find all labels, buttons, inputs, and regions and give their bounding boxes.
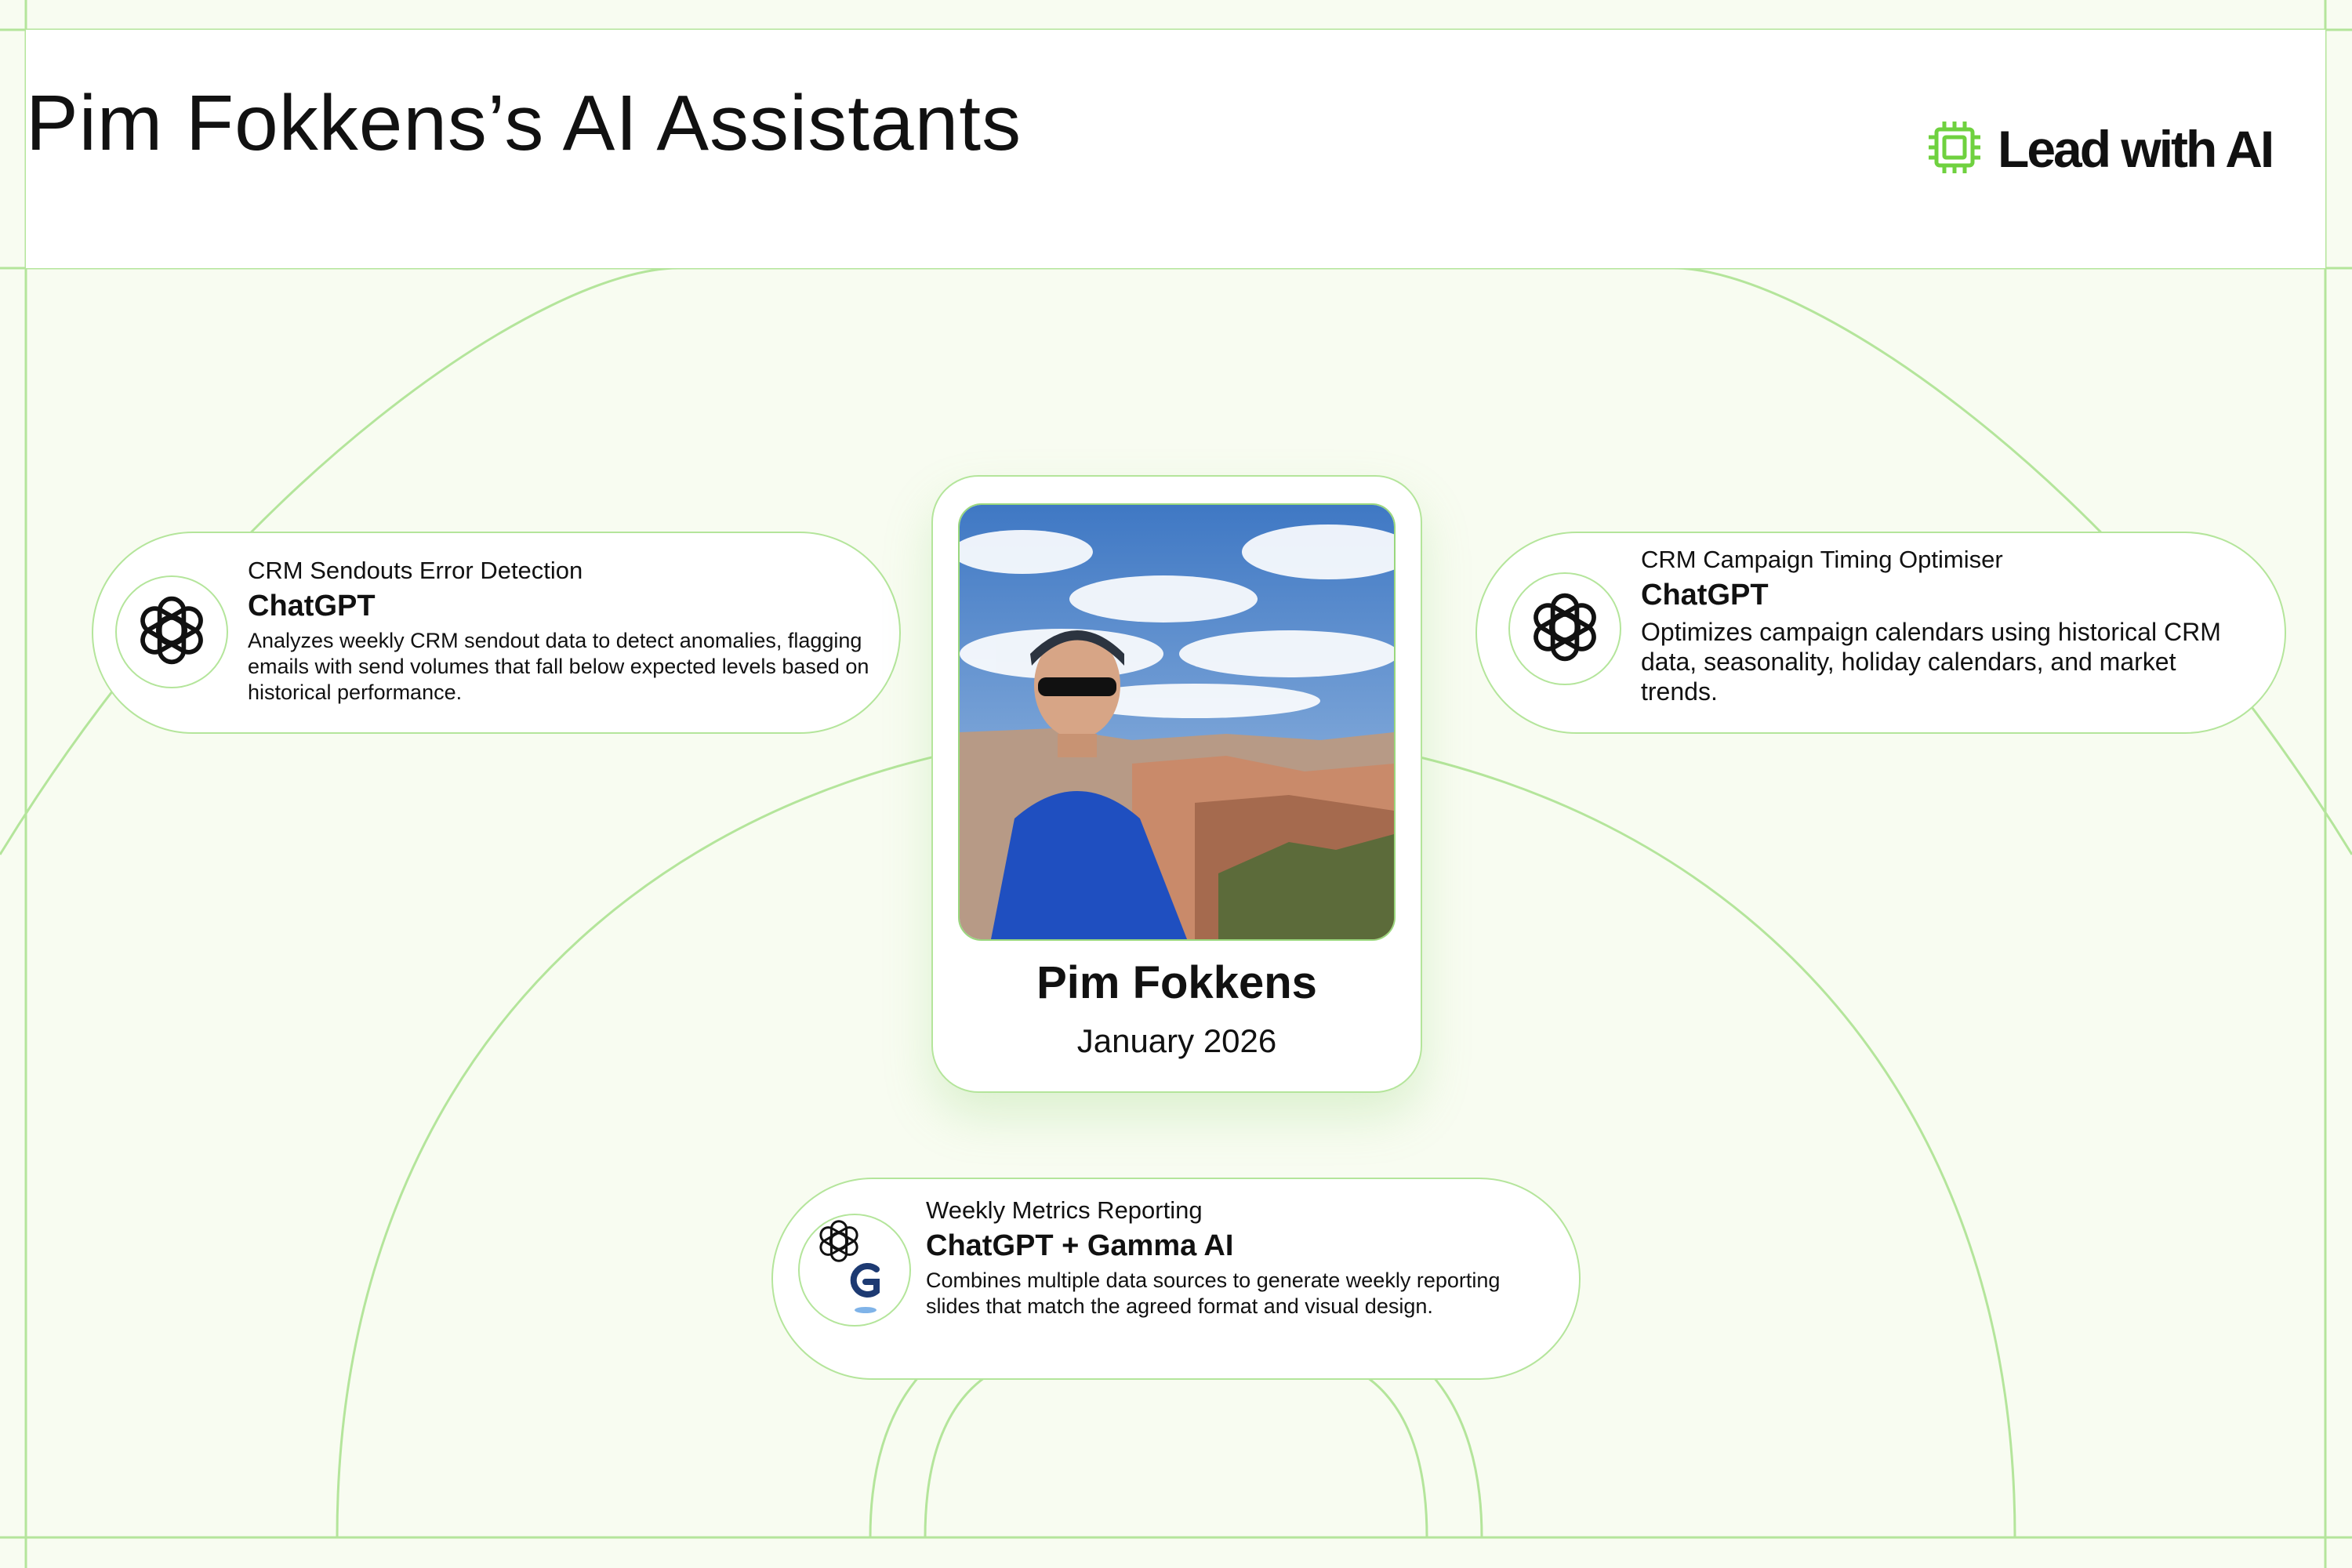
profile-photo <box>958 503 1396 941</box>
assistant-tool: ChatGPT <box>1641 579 1769 612</box>
brand-logo: Lead with AI <box>1927 118 2274 180</box>
assistant-subtitle: CRM Campaign Timing Optimiser <box>1641 546 2003 573</box>
logo-text: Lead with AI <box>1998 120 2274 178</box>
card-icon-circle <box>115 575 228 688</box>
assistant-subtitle: CRM Sendouts Error Detection <box>248 557 583 584</box>
card-icon-circle <box>1508 572 1621 685</box>
profile-card: Pim Fokkens January 2026 <box>931 475 1422 1093</box>
openai-gamma-icon <box>815 1218 894 1323</box>
assistant-description: Analyzes weekly CRM sendout data to dete… <box>248 629 869 704</box>
assistant-description: Optimizes campaign calendars using histo… <box>1641 618 2221 706</box>
assistant-card-timing-optimiser[interactable]: CRM Campaign Timing Optimiser ChatGPT Op… <box>1475 532 2286 734</box>
openai-icon <box>1527 590 1602 669</box>
openai-icon <box>134 593 209 672</box>
chip-icon <box>1927 120 1982 179</box>
card-icon-circle <box>798 1214 911 1327</box>
assistant-description: Combines multiple data sources to genera… <box>926 1269 1501 1318</box>
profile-date: January 2026 <box>1076 1022 1277 1059</box>
assistant-tool: ChatGPT + Gamma AI <box>926 1229 1234 1262</box>
assistant-tool: ChatGPT <box>248 590 376 622</box>
profile-name: Pim Fokkens <box>1036 957 1317 1008</box>
assistant-subtitle: Weekly Metrics Reporting <box>926 1196 1203 1224</box>
assistant-card-weekly-reporting[interactable]: Weekly Metrics Reporting ChatGPT + Gamma… <box>771 1178 1581 1380</box>
assistant-card-error-detection[interactable]: CRM Sendouts Error Detection ChatGPT Ana… <box>92 532 901 734</box>
page-title: Pim Fokkens’s AI Assistants <box>26 79 1022 167</box>
